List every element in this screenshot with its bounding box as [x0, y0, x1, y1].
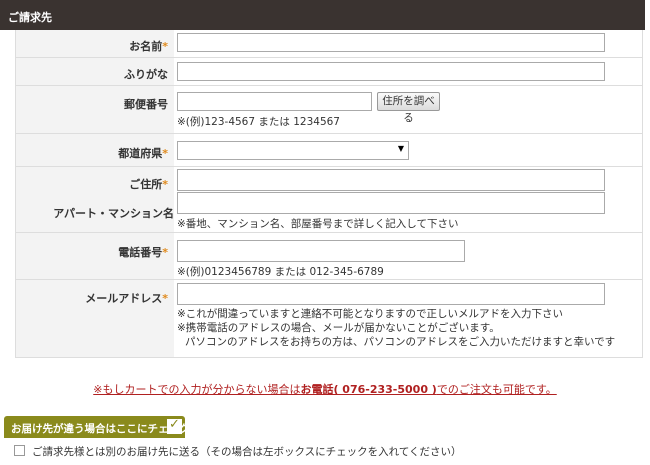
prefecture-select[interactable]: ▼ — [177, 141, 409, 160]
email-hint-1: ※これが間違っていますと連絡不可能となりますので正しいメルアドを入力下さい — [177, 308, 563, 320]
phone-input[interactable] — [177, 240, 465, 262]
address-label: ご住所* — [129, 178, 168, 191]
address-lookup-button[interactable]: 住所を調べる — [377, 92, 440, 124]
different-delivery-tab-label: お届け先が違う場合はここにチェック — [11, 423, 190, 435]
section-header: ご請求先 — [0, 0, 645, 30]
row-address: ご住所* アパート・マンション名 ※番地、マンション名、部屋番号まで詳しく記入し… — [16, 167, 642, 233]
furigana-label: ふりがな — [124, 68, 168, 81]
apartment-input[interactable] — [177, 192, 605, 214]
different-delivery-option: ご請求先様とは別のお届け先に送る（その場合は左ボックスにチェックを入れてください… — [4, 441, 644, 459]
section-title: ご請求先 — [8, 11, 52, 24]
checkmark-icon: ✓ — [167, 417, 182, 434]
address-input[interactable] — [177, 169, 605, 191]
phone-hint: ※(例)0123456789 または 012-345-6789 — [177, 266, 384, 278]
name-input[interactable] — [177, 33, 605, 52]
billing-form: お名前* ふりがな 郵便番号 住所を調べる ※(例)123-4567 または 1… — [15, 30, 643, 358]
email-input[interactable] — [177, 283, 605, 305]
email-hint-2: ※携帯電話のアドレスの場合、メールが届かないことがございます。 — [177, 322, 500, 334]
postal-input[interactable] — [177, 92, 372, 111]
row-postal: 郵便番号 住所を調べる ※(例)123-4567 または 1234567 — [16, 86, 642, 134]
row-furigana: ふりがな — [16, 58, 642, 86]
name-label: お名前* — [129, 40, 168, 53]
row-prefecture: 都道府県* ▼ — [16, 134, 642, 167]
email-label: メールアドレス* — [85, 292, 168, 305]
postal-hint: ※(例)123-4567 または 1234567 — [177, 116, 340, 128]
prefecture-label: 都道府県* — [118, 147, 168, 160]
furigana-input[interactable] — [177, 62, 605, 81]
row-name: お名前* — [16, 30, 642, 58]
postal-label: 郵便番号 — [124, 98, 168, 111]
different-delivery-checkbox[interactable] — [14, 445, 25, 456]
apartment-label: アパート・マンション名 — [53, 207, 174, 220]
phone-number: お電話( 076-233-5000 ) — [300, 383, 437, 396]
different-delivery-checkbox-label[interactable]: ご請求先様とは別のお届け先に送る（その場合は左ボックスにチェックを入れてください… — [32, 444, 462, 459]
email-hint-3: パソコンのアドレスをお持ちの方は、パソコンのアドレスをご入力いただけますと幸いで… — [185, 336, 616, 348]
chevron-down-icon: ▼ — [397, 144, 404, 153]
phone-order-note: ※もしカートでの入力が分からない場合はお電話( 076-233-5000 )での… — [93, 383, 557, 396]
row-phone: 電話番号* ※(例)0123456789 または 012-345-6789 — [16, 233, 642, 280]
address-hint: ※番地、マンション名、部屋番号まで詳しく記入して下さい — [177, 218, 459, 230]
different-delivery-tab: お届け先が違う場合はここにチェック ✓ — [4, 416, 190, 438]
phone-label: 電話番号* — [118, 246, 168, 259]
row-email: メールアドレス* ※これが間違っていますと連絡不可能となりますので正しいメルアド… — [16, 280, 642, 358]
